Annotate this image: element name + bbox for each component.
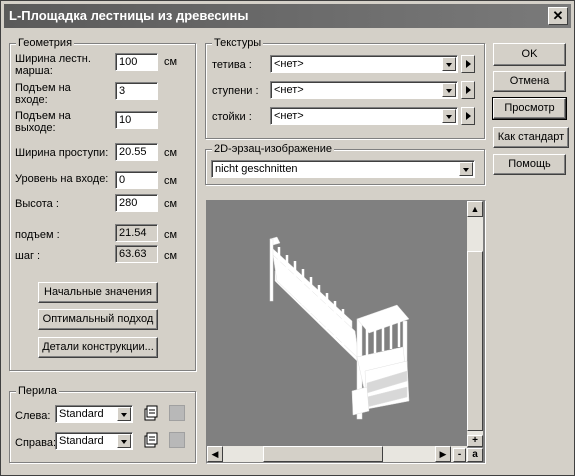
horizontal-scroll-thumb[interactable] (263, 446, 383, 462)
window-title: L-Площадка лестницы из древесины (9, 8, 249, 23)
height-input[interactable]: 280 (115, 194, 158, 212)
field-label-tread-width: Ширина проступи: (15, 147, 109, 159)
rise-value: 21.54 (115, 224, 158, 242)
substitute-value: nicht geschnitten (215, 163, 298, 175)
field-label-entry-level: Уровень на входе: (15, 173, 109, 185)
tread-width-input[interactable]: 20.55 (115, 143, 158, 161)
close-button[interactable]: ✕ (548, 7, 568, 25)
chevron-down-icon[interactable] (459, 162, 473, 176)
geometry-title: Геометрия (16, 37, 75, 49)
texture-stringer-label: тетива : (212, 59, 252, 71)
chevron-down-icon[interactable] (442, 57, 456, 71)
railing-left-select[interactable]: Standard (55, 405, 133, 423)
stairs-3d-image (269, 236, 410, 420)
texture-posts-label: стойки : (212, 111, 252, 123)
chevron-down-icon[interactable] (117, 434, 131, 448)
field-label-stair-width: Ширина лестн. марша: (15, 53, 91, 77)
entry-level-input[interactable]: 0 (115, 171, 158, 189)
chevron-down-icon[interactable] (442, 109, 456, 123)
dialog-window: L-Площадка лестницы из древесины ✕ Геоме… (0, 0, 575, 476)
texture-stringer-select[interactable]: <нет> (270, 55, 458, 73)
height-unit: см (164, 198, 178, 210)
scroll-right-button[interactable]: ▶ (435, 446, 451, 462)
textures-title: Текстуры (212, 37, 264, 49)
auto-fit-button[interactable]: a (467, 448, 483, 462)
substitute-title: 2D-эрзац-изображение (212, 143, 334, 155)
tread-width-unit: см (164, 147, 178, 159)
cancel-button[interactable]: Отмена (493, 71, 566, 92)
preview-horizontal-scrollbar[interactable]: ◀ ▶ (207, 446, 467, 462)
preview-vertical-scrollbar[interactable]: ▲ (467, 201, 483, 446)
railings-group: Перила (9, 385, 196, 463)
chevron-down-icon[interactable] (117, 407, 131, 421)
railing-left-color-swatch[interactable] (169, 405, 185, 421)
railing-left-value: Standard (59, 408, 104, 420)
field-label-exit-rise: Подъем на выходе: (15, 110, 71, 134)
field-label-step: шаг : (15, 250, 41, 262)
railing-right-label: Справа: (15, 437, 57, 449)
properties-icon[interactable] (143, 405, 159, 421)
exit-rise-input[interactable]: 10 (115, 111, 158, 129)
stair-width-unit: см (164, 56, 178, 68)
field-label-entry-rise: Подъем на входе: (15, 82, 71, 106)
field-label-height: Высота : (15, 198, 59, 210)
railing-right-color-swatch[interactable] (169, 432, 185, 448)
zoom-in-button[interactable]: + (467, 435, 483, 447)
entry-rise-input[interactable]: 3 (115, 82, 158, 100)
step-unit: см (164, 250, 178, 262)
chevron-down-icon[interactable] (442, 83, 456, 97)
railing-left-label: Слева: (15, 410, 51, 422)
stair-width-input[interactable]: 100 (115, 53, 158, 71)
texture-stringer-more-button[interactable] (461, 55, 475, 73)
construction-details-button[interactable]: Детали конструкции... (38, 337, 158, 358)
texture-posts-select[interactable]: <нет> (270, 107, 458, 125)
set-default-button[interactable]: Как стандарт (493, 127, 569, 148)
texture-steps-more-button[interactable] (461, 81, 475, 99)
properties-icon[interactable] (143, 432, 159, 448)
preview-button[interactable]: Просмотр (492, 97, 567, 120)
substitute-select[interactable]: nicht geschnitten (211, 160, 475, 178)
railing-right-value: Standard (59, 435, 104, 447)
rise-unit: см (164, 229, 178, 241)
title-bar: L-Площадка лестницы из древесины ✕ (4, 4, 571, 28)
ok-button[interactable]: OK (493, 43, 566, 66)
scroll-up-button[interactable]: ▲ (467, 201, 483, 217)
initial-values-button[interactable]: Начальные значения (38, 282, 158, 303)
texture-steps-value: <нет> (274, 84, 304, 96)
field-label-rise: подъем : (15, 229, 60, 241)
optimal-approach-button[interactable]: Оптимальный подход (38, 309, 158, 330)
scroll-left-button[interactable]: ◀ (207, 446, 223, 462)
texture-steps-select[interactable]: <нет> (270, 81, 458, 99)
texture-posts-value: <нет> (274, 110, 304, 122)
railings-title: Перила (16, 385, 59, 397)
stairs-preview[interactable] (206, 200, 486, 464)
entry-level-unit: см (164, 175, 178, 187)
texture-steps-label: ступени : (212, 85, 259, 97)
texture-stringer-value: <нет> (274, 58, 304, 70)
railing-right-select[interactable]: Standard (55, 432, 133, 450)
help-button[interactable]: Помощь (493, 154, 566, 175)
zoom-out-button[interactable]: - (453, 448, 466, 462)
texture-posts-more-button[interactable] (461, 107, 475, 125)
step-value: 63.63 (115, 245, 158, 263)
vertical-scroll-thumb[interactable] (467, 251, 483, 431)
